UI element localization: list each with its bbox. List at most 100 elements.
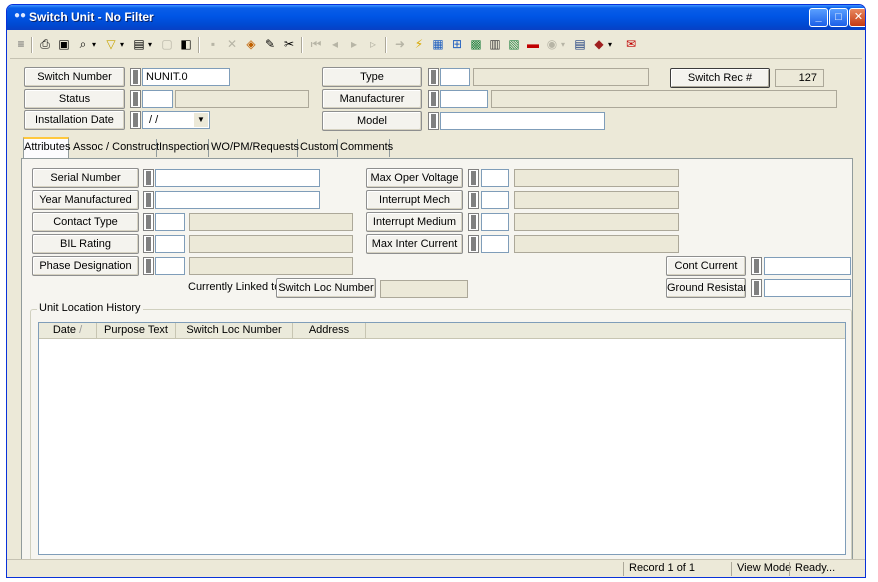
tab-inspection[interactable]: Inspection	[159, 139, 209, 157]
switch-rec-button[interactable]: Switch Rec #	[670, 68, 770, 88]
filter-dropdown-icon[interactable]: ▾	[120, 36, 128, 54]
max-oper-voltage-code-field[interactable]	[481, 169, 509, 187]
edit-pencil-icon[interactable]: ✎	[261, 36, 279, 54]
mode-indicator: View Mode	[731, 562, 791, 576]
manufacturer-code-field[interactable]	[440, 90, 488, 108]
interrupt-mech-button[interactable]: Interrupt Mech	[366, 190, 463, 210]
contact-type-code-field[interactable]	[155, 213, 185, 231]
report-icon[interactable]: ▩	[467, 36, 485, 54]
bil-rating-lock-icon[interactable]	[143, 235, 154, 253]
max-oper-voltage-button[interactable]: Max Oper Voltage	[366, 168, 463, 188]
interrupt-medium-lock-icon[interactable]	[468, 213, 479, 231]
year-manufactured-lock-icon[interactable]	[143, 191, 154, 209]
view-icon[interactable]: ▤	[130, 36, 148, 54]
book-icon[interactable]: ◆	[590, 36, 608, 54]
copy-icon[interactable]: ◧	[177, 36, 195, 54]
tab-comments[interactable]: Comments	[340, 139, 393, 157]
minimize-button[interactable]: _	[809, 8, 828, 27]
installation-date-button[interactable]: Installation Date	[24, 110, 125, 130]
chart-icon[interactable]: ▧	[505, 36, 523, 54]
installation-date-field[interactable]: / / ▼	[142, 111, 210, 129]
max-oper-voltage-lock-icon[interactable]	[468, 169, 479, 187]
tab-wo-pm-requests[interactable]: WO/PM/Requests	[211, 139, 299, 157]
model-button[interactable]: Model	[322, 111, 422, 131]
book-dropdown-icon[interactable]: ▾	[608, 36, 616, 54]
ground-resistance-lock-icon[interactable]	[751, 279, 762, 297]
interrupt-mech-description-field	[514, 191, 679, 209]
prev-page-icon: ◂	[331, 37, 339, 51]
switch-loc-number-button[interactable]: Switch Loc Number	[276, 278, 376, 298]
phase-designation-code-field[interactable]	[155, 257, 185, 275]
column-header-address[interactable]: Address	[293, 323, 366, 339]
interrupt-mech-code-field[interactable]	[481, 191, 509, 209]
max-inter-current-code-field[interactable]	[481, 235, 509, 253]
phase-designation-lock-icon[interactable]	[143, 257, 154, 275]
status-lock-icon[interactable]	[130, 90, 141, 108]
color-icon[interactable]: ◈	[242, 36, 260, 54]
cont-current-field[interactable]	[764, 257, 851, 275]
cont-current-button[interactable]: Cont Current	[666, 256, 746, 276]
serial-number-lock-icon[interactable]	[143, 169, 154, 187]
serial-number-button[interactable]: Serial Number	[32, 168, 139, 188]
close-button[interactable]: ✕	[849, 8, 865, 27]
type-lock-icon[interactable]	[428, 68, 439, 86]
status-button[interactable]: Status	[24, 89, 125, 109]
list-icon[interactable]: ▤	[571, 36, 589, 54]
type-button[interactable]: Type	[322, 67, 422, 87]
filter-icon[interactable]: ▽	[102, 36, 120, 54]
cont-current-lock-icon[interactable]	[751, 257, 762, 275]
switch-number-field[interactable]: NUNIT.0	[142, 68, 230, 86]
chevron-down-icon[interactable]: ▼	[194, 113, 208, 127]
year-manufactured-button[interactable]: Year Manufactured	[32, 190, 139, 210]
model-field[interactable]	[440, 112, 605, 130]
manufacturer-button[interactable]: Manufacturer	[322, 89, 422, 109]
max-inter-current-button[interactable]: Max Inter Current	[366, 234, 463, 254]
lightning-icon[interactable]: ⚡	[410, 36, 428, 54]
preview-icon[interactable]: ▣	[55, 36, 73, 54]
maximize-button[interactable]: □	[829, 8, 848, 27]
attributes-panel: Serial Number Year Manufactured Contact …	[21, 158, 853, 562]
phase-designation-button[interactable]: Phase Designation	[32, 256, 139, 276]
model-lock-icon[interactable]	[428, 112, 439, 130]
tab-attributes[interactable]: Attributes	[23, 137, 70, 158]
cut-icon[interactable]: ✂	[280, 36, 298, 54]
mail-icon[interactable]: ✉	[622, 36, 640, 54]
toolbar: ≡ ⎙ ▣ ⌕ ▾ ▽ ▾ ▤ ▾ ▢ ◧ ▪ ✕ ◈ ✎ ✂ ⏮ ◂ ▸ ▹ …	[10, 33, 862, 59]
contact-type-lock-icon[interactable]	[143, 213, 154, 231]
switch-number-button[interactable]: Switch Number	[24, 67, 125, 87]
print-icon[interactable]: ⎙	[36, 36, 54, 54]
view-dropdown-icon[interactable]: ▾	[148, 36, 156, 54]
ground-resistance-button[interactable]: Ground Resistance	[666, 278, 746, 298]
ground-resistance-field[interactable]	[764, 279, 851, 297]
tab-assoc-construct[interactable]: Assoc / Construct	[73, 139, 159, 157]
type-code-field[interactable]	[440, 68, 470, 86]
column-header-date[interactable]: Date /	[39, 323, 97, 339]
column-header-switch-loc-number[interactable]: Switch Loc Number	[176, 323, 293, 339]
installation-date-lock-icon[interactable]	[130, 111, 141, 129]
manufacturer-lock-icon[interactable]	[428, 90, 439, 108]
max-inter-current-lock-icon[interactable]	[468, 235, 479, 253]
search-icon[interactable]: ⌕	[74, 36, 92, 54]
battery-icon[interactable]: ▬	[524, 36, 542, 54]
history-grid[interactable]: Date / Purpose Text Switch Loc Number Ad…	[38, 322, 846, 555]
switch-rec-value: 127	[775, 69, 824, 87]
search-dropdown-icon[interactable]: ▾	[92, 36, 100, 54]
column-header-purpose-text[interactable]: Purpose Text	[97, 323, 176, 339]
year-manufactured-field[interactable]	[155, 191, 320, 209]
interrupt-mech-lock-icon[interactable]	[468, 191, 479, 209]
bil-rating-code-field[interactable]	[155, 235, 185, 253]
title-bar[interactable]: ●● Switch Unit - No Filter _ □ ✕	[7, 5, 865, 30]
contact-type-button[interactable]: Contact Type	[32, 212, 139, 232]
map-icon[interactable]: ▦	[429, 36, 447, 54]
serial-number-field[interactable]	[155, 169, 320, 187]
status-code-field[interactable]	[142, 90, 173, 108]
new-record-icon[interactable]: ≡	[12, 36, 30, 54]
tree-icon[interactable]: ⊞	[448, 36, 466, 54]
save-icon: ▪	[210, 37, 216, 51]
interrupt-medium-button[interactable]: Interrupt Medium	[366, 212, 463, 232]
bil-rating-button[interactable]: BIL Rating	[32, 234, 139, 254]
interrupt-medium-code-field[interactable]	[481, 213, 509, 231]
calendar-icon[interactable]: ▥	[486, 36, 504, 54]
tab-custom[interactable]: Custom	[300, 139, 338, 157]
switch-number-lock-icon[interactable]	[130, 68, 141, 86]
